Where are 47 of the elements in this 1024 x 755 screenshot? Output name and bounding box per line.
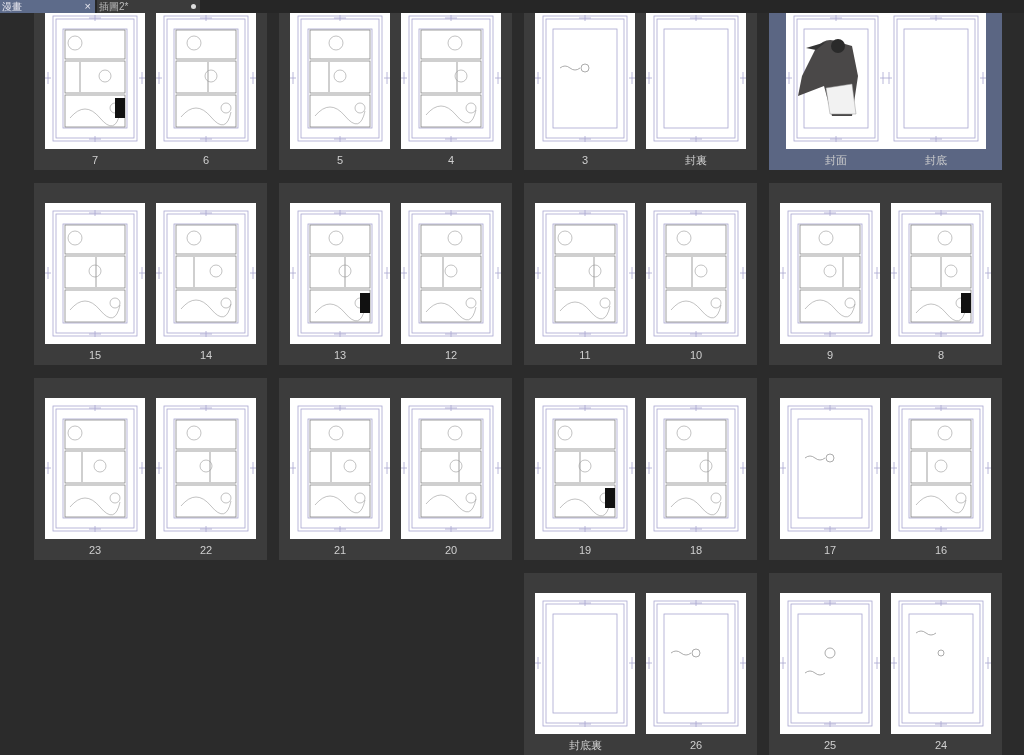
page-number: 14 bbox=[199, 349, 213, 362]
page-number: 26 bbox=[689, 739, 703, 752]
close-icon[interactable]: × bbox=[84, 1, 91, 12]
page-number: 16 bbox=[934, 544, 948, 557]
page-spread[interactable]: 23 22 bbox=[34, 378, 267, 560]
page-spread[interactable]: 封面 封底 bbox=[769, 13, 1002, 170]
page-number: 21 bbox=[333, 544, 347, 557]
page-spread[interactable]: 25 24 bbox=[769, 573, 1002, 755]
document-tab[interactable]: 漫畫 × bbox=[0, 0, 95, 13]
page-number: 17 bbox=[823, 544, 837, 557]
page-spread[interactable]: 封底裏 26 bbox=[524, 573, 757, 755]
page-spread[interactable]: 7 6 bbox=[34, 13, 267, 170]
tab-label: 插圖2* bbox=[99, 1, 129, 12]
page-number: 18 bbox=[689, 544, 703, 557]
page-number: 封底 bbox=[924, 154, 947, 167]
page-spread[interactable]: 21 20 bbox=[279, 378, 512, 560]
tab-label: 漫畫 bbox=[2, 1, 22, 12]
page-number: 6 bbox=[202, 154, 210, 167]
page-number: 10 bbox=[689, 349, 703, 362]
page-number: 24 bbox=[934, 739, 948, 752]
page-number: 5 bbox=[336, 154, 344, 167]
page-number: 3 bbox=[581, 154, 589, 167]
page-number: 22 bbox=[199, 544, 213, 557]
page-spread[interactable]: 17 16 bbox=[769, 378, 1002, 560]
page-number: 25 bbox=[823, 739, 837, 752]
page-number: 20 bbox=[444, 544, 458, 557]
page-number: 12 bbox=[444, 349, 458, 362]
page-spread[interactable]: 5 4 bbox=[279, 13, 512, 170]
page-spread[interactable]: 13 12 bbox=[279, 183, 512, 365]
page-spread[interactable]: 9 8 bbox=[769, 183, 1002, 365]
page-number: 11 bbox=[579, 349, 591, 362]
page-number: 15 bbox=[88, 349, 102, 362]
page-number: 23 bbox=[88, 544, 102, 557]
page-spread[interactable]: 3 封裏 bbox=[524, 13, 757, 170]
page-number: 7 bbox=[91, 154, 99, 167]
page-spread[interactable]: 15 14 bbox=[34, 183, 267, 365]
page-number: 8 bbox=[937, 349, 945, 362]
page-spread[interactable]: 11 10 bbox=[524, 183, 757, 365]
page-number: 9 bbox=[826, 349, 834, 362]
page-number: 13 bbox=[333, 349, 347, 362]
page-number: 封裏 bbox=[685, 154, 707, 167]
page-number: 封面 bbox=[824, 154, 847, 167]
page-spread[interactable]: 19 18 bbox=[524, 378, 757, 560]
page-number: 封底裏 bbox=[568, 739, 602, 752]
document-tab[interactable]: 插圖2* bbox=[97, 0, 200, 13]
page-number: 19 bbox=[578, 544, 592, 557]
page-number: 4 bbox=[447, 154, 455, 167]
